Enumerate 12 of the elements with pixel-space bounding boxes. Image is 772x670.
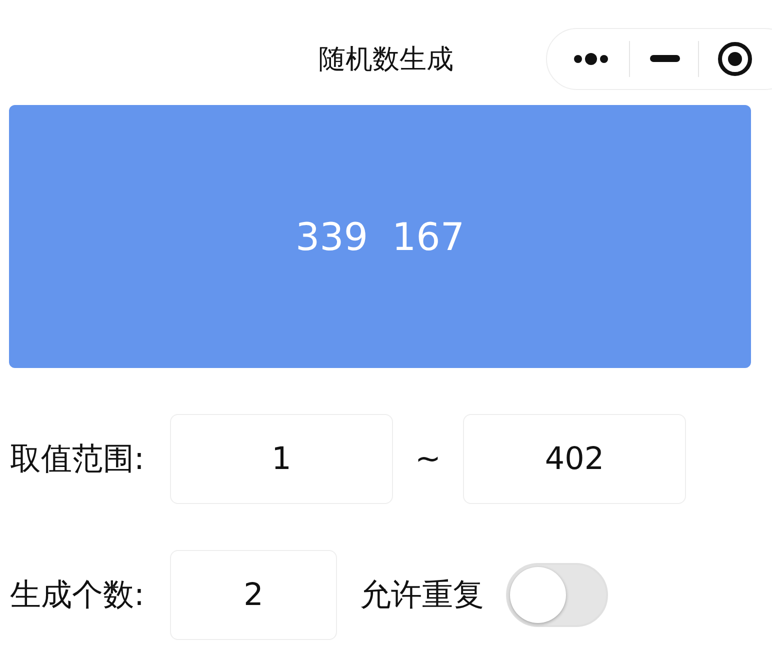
count-label: 生成个数: — [10, 576, 146, 615]
repeat-label: 允许重复 — [360, 576, 484, 615]
max-field[interactable]: 402 — [463, 414, 686, 504]
range-separator: ~ — [414, 441, 442, 477]
close-icon[interactable] — [717, 41, 753, 77]
count-field[interactable]: 2 — [170, 550, 337, 640]
result-number: 339 — [295, 214, 368, 258]
min-field[interactable]: 1 — [170, 414, 393, 504]
window-title: 随机数生成 — [318, 43, 454, 77]
result-number: 167 — [392, 214, 465, 258]
range-label: 取值范围: — [10, 440, 146, 479]
minimize-icon[interactable] — [650, 55, 680, 63]
